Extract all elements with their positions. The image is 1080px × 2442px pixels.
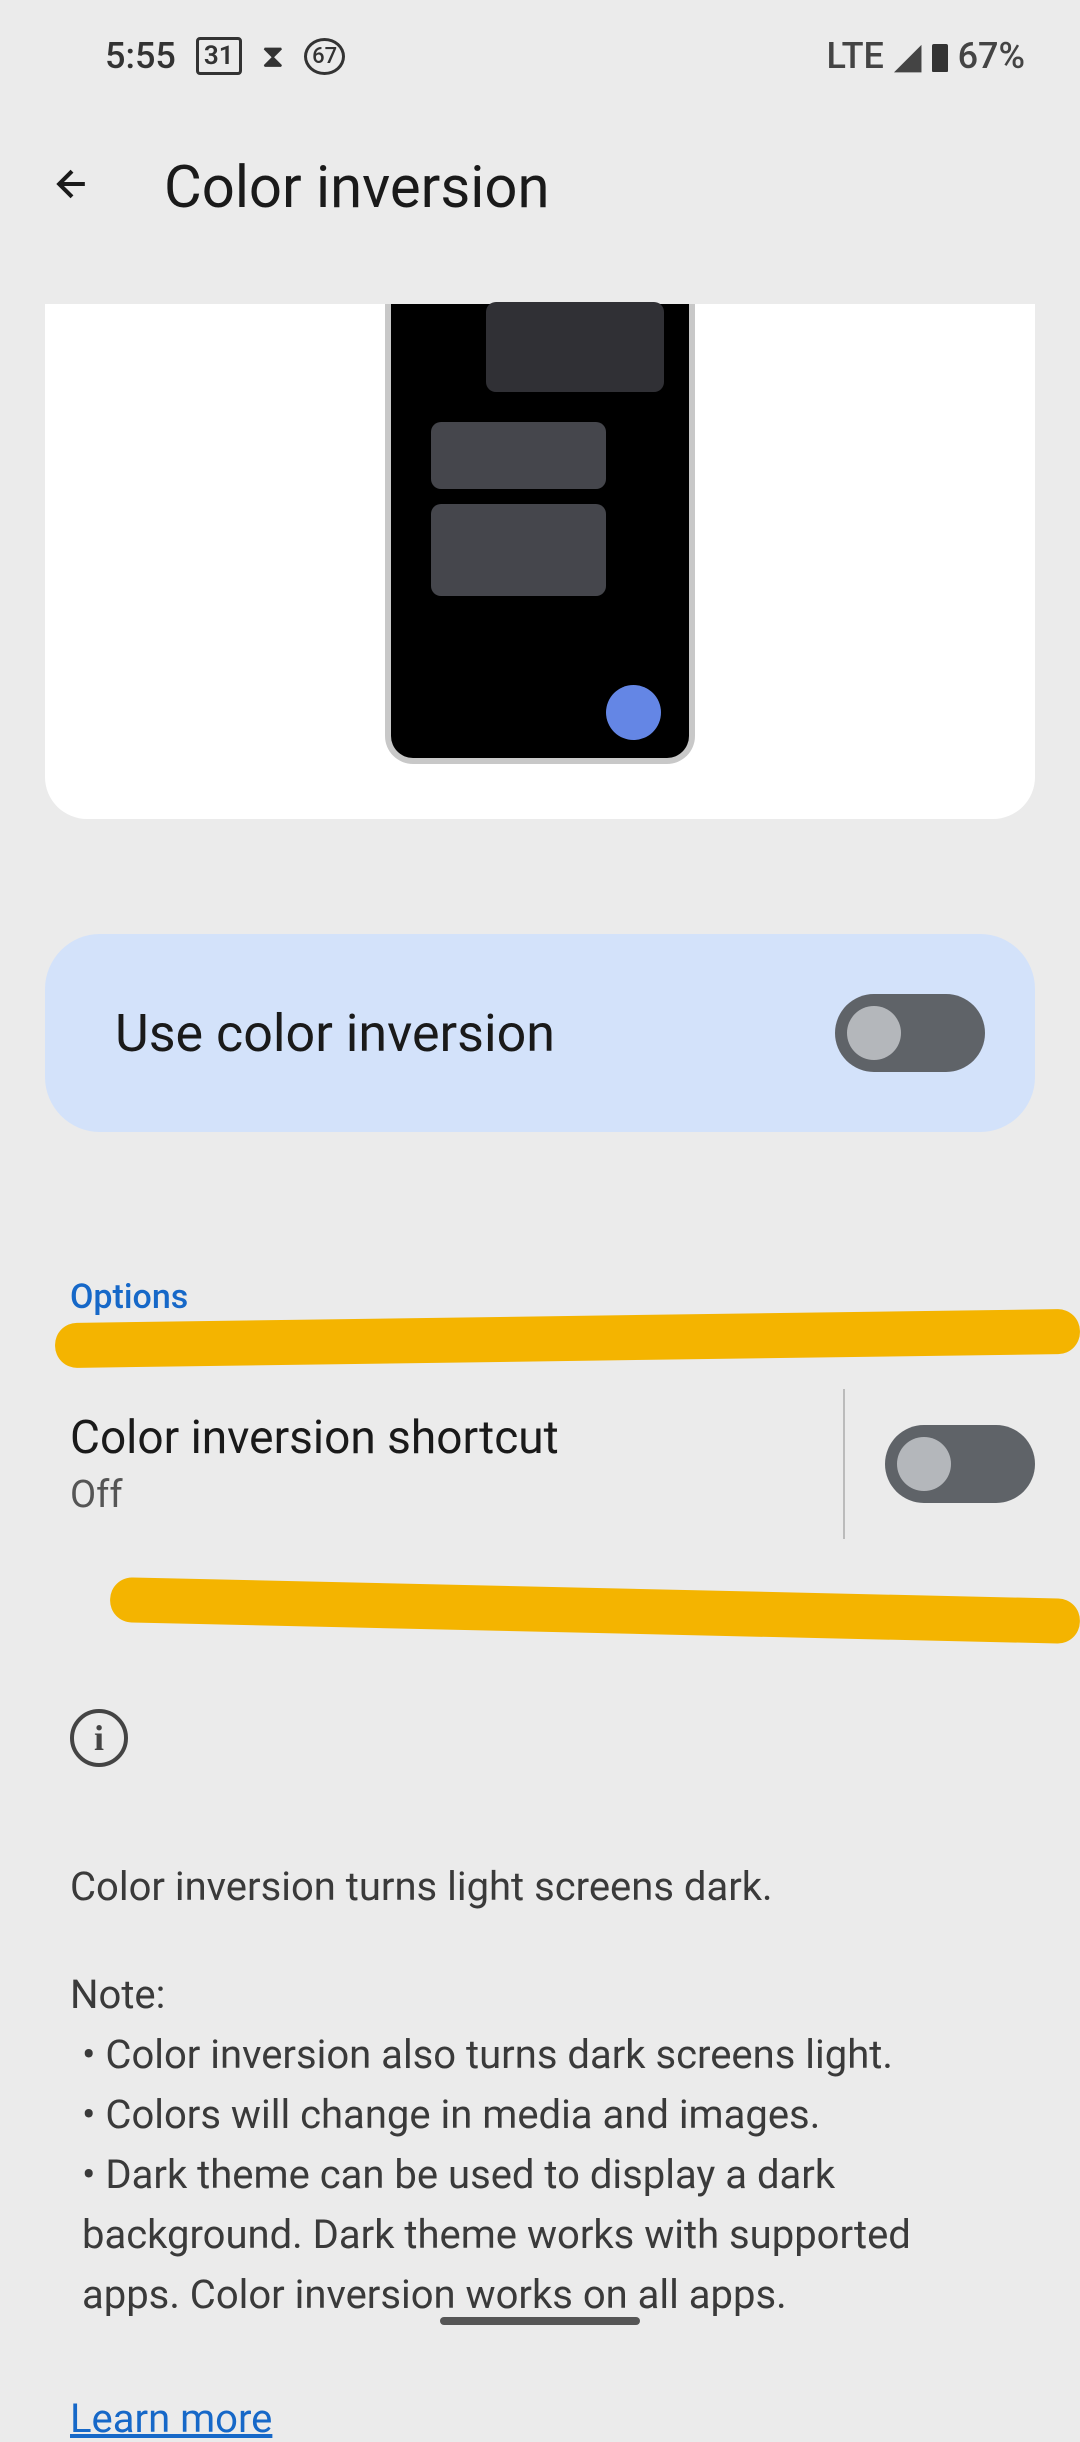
highlight-annotation bbox=[55, 1309, 1080, 1368]
info-icon: i bbox=[70, 1709, 128, 1767]
info-bullet: • Color inversion also turns dark screen… bbox=[70, 2025, 1010, 2085]
shortcut-toggle[interactable] bbox=[885, 1425, 1035, 1503]
color-inversion-shortcut-row[interactable]: Color inversion shortcut Off bbox=[70, 1389, 1035, 1539]
toggle-knob bbox=[847, 1006, 901, 1060]
shortcut-text: Color inversion shortcut Off bbox=[70, 1411, 833, 1517]
preview-card bbox=[45, 304, 1035, 819]
mockup-block bbox=[486, 302, 664, 392]
hourglass-icon: ⧗ bbox=[262, 37, 284, 76]
highlight-annotation bbox=[110, 1577, 1080, 1644]
info-section: i Color inversion turns light screens da… bbox=[70, 1709, 1010, 2442]
status-time: 5:55 bbox=[105, 35, 176, 77]
mockup-block bbox=[431, 504, 606, 596]
info-bullet: • Dark theme can be used to display a da… bbox=[70, 2145, 1010, 2325]
learn-more-link[interactable]: Learn more bbox=[70, 2395, 272, 2442]
vertical-divider bbox=[843, 1389, 845, 1539]
info-note-label: Note: bbox=[70, 1965, 1010, 2025]
phone-mockup bbox=[385, 304, 695, 764]
back-button[interactable] bbox=[40, 152, 104, 224]
arrow-left-icon bbox=[50, 162, 94, 206]
info-text: Color inversion turns light screens dark… bbox=[70, 1857, 1010, 2325]
battery-percent: 67% bbox=[958, 35, 1025, 77]
page-title: Color inversion bbox=[164, 154, 549, 222]
info-bullet: • Colors will change in media and images… bbox=[70, 2085, 1010, 2145]
shortcut-title: Color inversion shortcut bbox=[70, 1411, 833, 1465]
signal-icon: ◢ bbox=[894, 35, 922, 77]
calendar-icon: 31 bbox=[196, 37, 242, 75]
status-bar: 5:55 31 ⧗ 67 LTE ◢ 67% bbox=[0, 0, 1080, 102]
battery-circle-icon: 67 bbox=[304, 38, 345, 75]
network-label: LTE bbox=[827, 35, 884, 77]
mockup-fab bbox=[606, 685, 661, 740]
app-header: Color inversion bbox=[0, 102, 1080, 304]
status-bar-left: 5:55 31 ⧗ 67 bbox=[105, 35, 345, 77]
info-line: Color inversion turns light screens dark… bbox=[70, 1857, 1010, 1917]
mockup-block bbox=[431, 422, 606, 489]
use-color-inversion-label: Use color inversion bbox=[115, 1003, 555, 1064]
use-color-inversion-toggle[interactable] bbox=[835, 994, 985, 1072]
navigation-handle[interactable] bbox=[440, 2317, 640, 2325]
toggle-knob bbox=[897, 1437, 951, 1491]
shortcut-status: Off bbox=[70, 1473, 833, 1517]
status-bar-right: LTE ◢ 67% bbox=[827, 35, 1025, 77]
battery-icon bbox=[932, 44, 948, 72]
use-color-inversion-row[interactable]: Use color inversion bbox=[45, 934, 1035, 1132]
